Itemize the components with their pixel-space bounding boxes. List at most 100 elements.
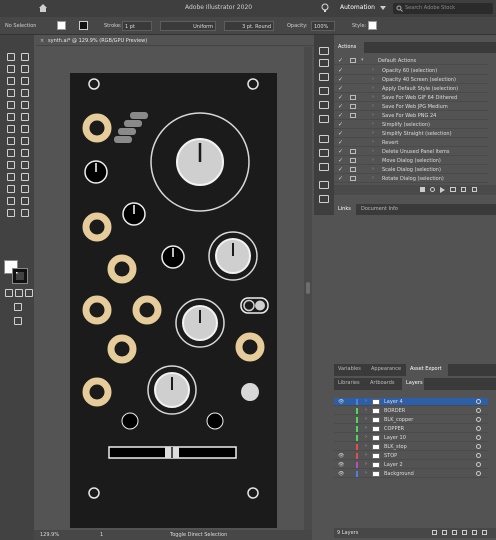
- pen-tool-icon[interactable]: [5, 76, 15, 85]
- rectangle-tool-icon[interactable]: [5, 100, 15, 109]
- chevron-right-icon[interactable]: ›: [372, 112, 374, 118]
- checkmark-icon[interactable]: ✓: [338, 166, 343, 173]
- eye-icon[interactable]: 👁: [338, 471, 344, 477]
- chevron-right-icon[interactable]: ›: [372, 166, 374, 172]
- eraser-tool-icon[interactable]: [19, 112, 29, 121]
- rotate-tool-icon[interactable]: [5, 124, 15, 133]
- chevron-right-icon[interactable]: ›: [372, 85, 374, 91]
- chevron-right-icon[interactable]: ›: [365, 470, 367, 476]
- new-sublayer-icon[interactable]: [462, 530, 467, 535]
- tab-document-info[interactable]: Document Info: [361, 206, 398, 212]
- dialog-toggle-icon[interactable]: [350, 95, 356, 100]
- magic-wand-tool-icon[interactable]: [5, 64, 15, 73]
- layer-name[interactable]: Layer 10: [384, 435, 406, 441]
- chevron-right-icon[interactable]: ›: [372, 67, 374, 73]
- chevron-right-icon[interactable]: ›: [365, 461, 367, 467]
- layer-name[interactable]: Layer 2: [384, 462, 403, 468]
- brushes-icon[interactable]: [319, 87, 329, 95]
- eyedropper-tool-icon[interactable]: [5, 172, 15, 181]
- layer-row[interactable]: 👁 › Background: [334, 470, 488, 478]
- tab-actions[interactable]: Actions: [338, 44, 356, 50]
- tab-links[interactable]: Links: [338, 206, 351, 212]
- action-item[interactable]: ✓ › Delete Unused Panel Items: [334, 147, 488, 156]
- stop-icon[interactable]: [420, 187, 425, 192]
- play-icon[interactable]: [440, 187, 445, 193]
- tab-libraries[interactable]: Libraries: [338, 380, 360, 386]
- target-icon[interactable]: [476, 453, 481, 458]
- action-set-row[interactable]: ✓ ▾ Default Actions: [334, 56, 488, 65]
- checkmark-icon[interactable]: ✓: [338, 67, 343, 74]
- layer-row[interactable]: 👁 › STOP: [334, 452, 488, 460]
- layer-row[interactable]: › BLK_copper: [334, 416, 488, 424]
- width-tool-icon[interactable]: [5, 136, 15, 145]
- eye-icon[interactable]: 👁: [338, 399, 344, 405]
- clipping-mask-icon[interactable]: [452, 530, 457, 535]
- stroke-icon[interactable]: [319, 135, 329, 143]
- gradient-tool-icon[interactable]: [19, 160, 29, 169]
- column-graph-tool-icon[interactable]: [19, 184, 29, 193]
- workspace-switcher[interactable]: Automation: [340, 4, 375, 11]
- chevron-right-icon[interactable]: ›: [372, 139, 374, 145]
- dialog-toggle-icon[interactable]: [350, 113, 356, 118]
- checkmark-icon[interactable]: ✓: [338, 121, 343, 128]
- checkmark-icon[interactable]: ✓: [338, 76, 343, 83]
- properties-icon[interactable]: [319, 47, 329, 55]
- curvature-tool-icon[interactable]: [19, 76, 29, 85]
- layer-row[interactable]: 👁 › Layer 2: [334, 461, 488, 469]
- record-icon[interactable]: [430, 187, 435, 192]
- target-icon[interactable]: [476, 399, 481, 404]
- slice-tool-icon[interactable]: [19, 196, 29, 205]
- artboard[interactable]: [34, 47, 304, 532]
- chevron-right-icon[interactable]: ›: [372, 175, 374, 181]
- opacity-field[interactable]: 100%: [311, 21, 335, 31]
- action-item[interactable]: ✓ › Simplify Straight (selection): [334, 129, 488, 138]
- chevron-right-icon[interactable]: ›: [372, 157, 374, 163]
- layer-name[interactable]: STOP: [384, 453, 397, 459]
- mesh-tool-icon[interactable]: [5, 160, 15, 169]
- checkmark-icon[interactable]: ✓: [338, 130, 343, 137]
- new-action-icon[interactable]: [461, 187, 466, 192]
- checkmark-icon[interactable]: ✓: [338, 175, 343, 182]
- action-item[interactable]: ✓ › Apply Default Style (selection): [334, 84, 488, 93]
- layer-name[interactable]: Background: [384, 471, 414, 477]
- free-transform-tool-icon[interactable]: [19, 136, 29, 145]
- draw-mode-icon[interactable]: [12, 302, 22, 311]
- none-mode-icon[interactable]: [23, 288, 33, 297]
- pathfinder-icon[interactable]: [319, 195, 329, 203]
- dialog-toggle-icon[interactable]: [350, 158, 356, 163]
- checkmark-icon[interactable]: ✓: [338, 148, 343, 155]
- stroke-weight-dropdown[interactable]: 1 pt: [122, 21, 152, 31]
- lasso-tool-icon[interactable]: [19, 64, 29, 73]
- tab-layers[interactable]: Layers: [406, 380, 423, 386]
- layer-row[interactable]: › BLK_stop: [334, 443, 488, 451]
- action-item[interactable]: ✓ › Revert: [334, 138, 488, 147]
- action-item[interactable]: ✓ › Simplify (selection): [334, 120, 488, 129]
- dialog-toggle-icon[interactable]: [350, 176, 356, 181]
- stroke-swatch[interactable]: [79, 21, 88, 30]
- target-icon[interactable]: [476, 426, 481, 431]
- tab-artboards[interactable]: Artboards: [370, 380, 394, 386]
- eye-icon[interactable]: 👁: [338, 462, 344, 468]
- action-item[interactable]: ✓ › Opacity 40 Screen (selection): [334, 75, 488, 84]
- checkmark-icon[interactable]: ✓: [338, 94, 343, 101]
- graphic-style-swatch[interactable]: [368, 21, 377, 30]
- selection-tool-icon[interactable]: [5, 52, 15, 61]
- action-item[interactable]: ✓ › Save For Web JPG Medium: [334, 102, 488, 111]
- chevron-right-icon[interactable]: ›: [365, 416, 367, 422]
- align-icon[interactable]: [319, 181, 329, 189]
- action-item[interactable]: ✓ › Opacity 60 (selection): [334, 66, 488, 75]
- graphic-styles-icon[interactable]: [319, 115, 329, 123]
- screen-mode-icon[interactable]: [12, 316, 22, 325]
- layer-name[interactable]: Layer 4: [384, 399, 403, 405]
- action-item[interactable]: ✓ › Move Dialog (selection): [334, 156, 488, 165]
- trash-icon[interactable]: [482, 530, 487, 535]
- current-tool-status[interactable]: Toggle Direct Selection: [170, 532, 227, 538]
- artboard-tool-icon[interactable]: [5, 196, 15, 205]
- checkmark-icon[interactable]: ✓: [338, 85, 343, 92]
- stroke-color-box[interactable]: [12, 268, 28, 284]
- gradient-icon[interactable]: [319, 149, 329, 157]
- locate-object-icon[interactable]: [442, 530, 447, 535]
- layer-name[interactable]: BLK_stop: [384, 444, 407, 450]
- chevron-right-icon[interactable]: ›: [372, 94, 374, 100]
- chevron-right-icon[interactable]: ›: [365, 398, 367, 404]
